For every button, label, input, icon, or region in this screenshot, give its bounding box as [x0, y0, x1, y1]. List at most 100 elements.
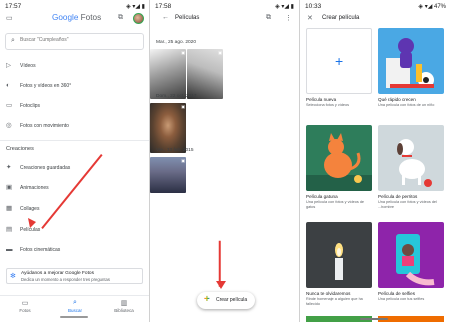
feedback-card[interactable]: ✻ Ayúdanos a mejorar Google Fotos Dedica… — [6, 268, 143, 284]
cast-icon[interactable]: ⧉ — [266, 14, 271, 22]
movie-badge-icon: ▣ — [181, 158, 185, 163]
status-icons: ◈ ▾◢ 47% — [418, 4, 446, 10]
movie-template-card[interactable] — [306, 125, 372, 191]
nav-fotos[interactable]: ▭ Fotos — [5, 299, 45, 313]
menu-item-label: Fotos y vídeos en 360° — [20, 83, 72, 89]
card-title: Película de selfies — [378, 291, 416, 296]
movie-thumbnail[interactable]: ▣ — [150, 103, 186, 153]
close-icon[interactable]: ✕ — [307, 14, 313, 22]
movie-thumbnail[interactable]: ▣ — [150, 49, 186, 99]
movie-template-card[interactable] — [378, 222, 444, 288]
menu-item-label: Animaciones — [20, 185, 49, 191]
search-bar[interactable]: ⌕ — [5, 33, 144, 50]
search-input[interactable] — [20, 37, 130, 43]
cast-icon[interactable]: ⧉ — [118, 14, 123, 22]
create-movie-button[interactable]: + Crear película — [197, 292, 255, 309]
divider — [0, 140, 149, 141]
card-description: Rinde homenaje a alguien que ha fallecid… — [306, 297, 363, 306]
status-bar: 10:33 ◈ ▾◢ 47% — [300, 0, 450, 12]
menu-item-label: Creaciones guardadas — [20, 165, 71, 171]
date-header: Mar., 25 ago. 2020 — [156, 40, 197, 45]
plus-icon: + — [204, 294, 210, 305]
menu-item-videos[interactable]: ▷ Vídeos — [0, 61, 149, 73]
movie-thumbnail[interactable]: ▣ — [187, 49, 223, 99]
menu-item-cinematic-photos[interactable]: ▬ Fotos cinemáticas — [0, 245, 149, 257]
movie-badge-icon: ▣ — [218, 50, 222, 55]
motion-icon: ◎ — [6, 122, 12, 129]
section-title-creaciones: Creaciones — [6, 146, 34, 152]
movie-badge-icon: ▣ — [181, 104, 185, 109]
movies-album-screen: 17:58 ◈ ▾◢ ▮ ← Películas ⧉ ⋮ Mar., 25 ag… — [150, 0, 298, 322]
page-title: Crear película — [322, 15, 360, 21]
cat-illustration-icon — [306, 133, 372, 191]
menu-item-label: Fotos cinemáticas — [20, 247, 61, 253]
search-icon: ⌕ — [73, 299, 77, 306]
card-description: Una película con fotos de un niño — [378, 103, 435, 107]
menu-item-360[interactable]: ◐ Fotos y vídeos en 360° — [0, 81, 149, 93]
dog-illustration-icon — [397, 139, 432, 187]
panorama-icon: ◐ — [6, 82, 10, 89]
movie-template-card[interactable] — [378, 28, 444, 94]
status-time: 17:58 — [155, 3, 172, 10]
annotation-arrowhead — [216, 281, 226, 289]
collage-icon: ▦ — [6, 205, 13, 212]
brand-google: Google — [52, 13, 79, 22]
sparkle-icon: ✦ — [6, 164, 12, 171]
card-title: Película gatuna — [306, 194, 338, 199]
menu-item-label: Vídeos — [20, 63, 36, 69]
nav-label: Biblioteca — [114, 308, 134, 313]
movie-template-card[interactable] — [306, 222, 372, 288]
card-description: Selecciona fotos y vídeos — [306, 103, 350, 107]
menu-item-movies[interactable]: ▤ Películas — [0, 225, 149, 237]
plus-icon: + — [335, 53, 344, 69]
menu-item-label: Fotoclips — [20, 103, 41, 109]
menu-item-saved-creations[interactable]: ✦ Creaciones guardadas — [0, 163, 149, 175]
home-indicator — [60, 316, 88, 318]
movie-thumbnail[interactable]: ▣ — [150, 157, 186, 193]
card-title: Qué rápido crecen — [378, 97, 416, 102]
selfie-illustration-icon — [396, 234, 435, 286]
feedback-title: Ayúdanos a mejorar Google Fotos — [21, 271, 94, 276]
menu-item-fotoclips[interactable]: ▭ Fotoclips — [0, 101, 149, 113]
card-description: Una película con tus selfies — [378, 297, 425, 301]
nav-label: Fotos — [19, 308, 31, 313]
card-description: Una película con fotos y vídeos de gatos — [306, 200, 365, 209]
avatar[interactable] — [133, 13, 144, 24]
page-title: Películas — [175, 15, 200, 21]
menu-item-label: Collages — [20, 206, 40, 212]
status-icons: ◈ ▾◢ ▮ — [275, 4, 294, 10]
status-icons: ◈ ▾◢ ▮ — [126, 4, 145, 10]
more-options-icon[interactable]: ⋮ — [285, 14, 292, 22]
movie-template-card[interactable] — [378, 125, 444, 191]
nav-label: Buscar — [67, 308, 82, 313]
menu-item-collages[interactable]: ▦ Collages — [0, 204, 149, 216]
movie-badge-icon: ▣ — [181, 50, 185, 55]
menu-item-motion-photos[interactable]: ◎ Fotos con movimiento — [0, 121, 149, 133]
chat-icon[interactable]: ▭ — [6, 14, 13, 22]
back-arrow-icon[interactable]: ← — [162, 14, 169, 21]
bottom-navigation: ▭ Fotos ⌕ Buscar ▥ Biblioteca — [0, 295, 149, 322]
cinematic-icon: ▬ — [6, 246, 13, 253]
menu-item-label: Fotos con movimiento — [20, 123, 69, 129]
card-title: Nunca te olvidaremos — [306, 291, 351, 296]
child-toys-illustration-icon — [386, 38, 434, 88]
candle-illustration-icon — [335, 243, 343, 280]
search-icon: ⌕ — [11, 37, 15, 44]
nav-buscar[interactable]: ⌕ Buscar — [55, 299, 95, 313]
movie-icon: ▤ — [6, 226, 13, 233]
movie-template-card[interactable]: + — [306, 28, 372, 94]
app-title: Google Fotos — [52, 13, 101, 22]
photo-icon: ▭ — [21, 300, 29, 307]
status-time: 17:57 — [5, 3, 22, 10]
card-description: Una película con fotos y vídeos del ...h… — [378, 200, 437, 209]
status-time: 10:33 — [305, 3, 322, 10]
annotation-arrowhead — [28, 218, 36, 228]
nav-biblioteca[interactable]: ▥ Biblioteca — [104, 299, 144, 313]
feedback-subtitle: Dedica un momento a responder tres pregu… — [21, 277, 110, 282]
google-photos-search-screen: 17:57 ◈ ▾◢ ▮ ▭ Google Fotos ⧉ ⌕ ▷ Vídeos… — [0, 0, 149, 322]
date-header: Vie., 13 feb. 2015 — [156, 148, 194, 153]
card-title: Película de perritos — [378, 194, 418, 199]
create-movie-screen: 10:33 ◈ ▾◢ 47% ✕ Crear película + Pelícu… — [300, 0, 450, 322]
create-movie-label: Crear película — [216, 297, 248, 303]
date-header: Dom., 22 oct. 2017 — [156, 94, 197, 99]
